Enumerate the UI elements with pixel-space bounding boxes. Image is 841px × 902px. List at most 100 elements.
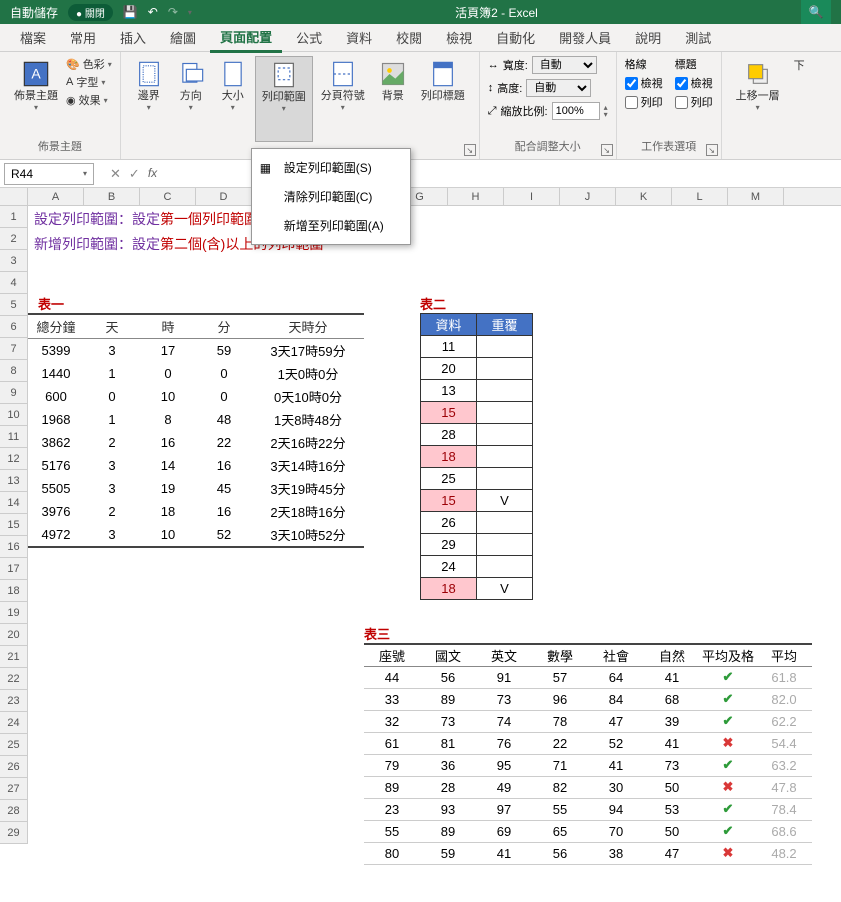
col-header-L[interactable]: L <box>672 188 728 205</box>
row-header-1[interactable]: 1 <box>0 206 28 228</box>
row-header-21[interactable]: 21 <box>0 646 28 668</box>
row-header-28[interactable]: 28 <box>0 800 28 822</box>
row-header-9[interactable]: 9 <box>0 382 28 404</box>
orientation-icon <box>177 60 205 88</box>
bring-forward-button[interactable]: 上移一層▾ <box>730 56 786 142</box>
row-header-29[interactable]: 29 <box>0 822 28 844</box>
margins-button[interactable]: 邊界▾ <box>129 56 169 142</box>
redo-icon[interactable]: ↷ <box>168 5 178 19</box>
col-header-C[interactable]: C <box>140 188 196 205</box>
table2-title: 表二 <box>420 294 533 313</box>
enter-formula-icon[interactable]: ✓ <box>129 166 140 182</box>
headings-view-checkbox[interactable]: 檢視 <box>675 75 713 91</box>
search-icon: 🔍 <box>809 5 824 19</box>
row-header-8[interactable]: 8 <box>0 360 28 382</box>
tab-資料[interactable]: 資料 <box>336 24 382 51</box>
row-header-4[interactable]: 4 <box>0 272 28 294</box>
row-header-23[interactable]: 23 <box>0 690 28 712</box>
tab-開發人員[interactable]: 開發人員 <box>549 24 621 51</box>
table1-title: 表一 <box>28 294 364 313</box>
row-header-7[interactable]: 7 <box>0 338 28 360</box>
worksheet[interactable]: 1234567891011121314151617181920212223242… <box>0 206 841 844</box>
sheet-options-launcher[interactable]: ↘ <box>706 144 718 156</box>
row-header-2[interactable]: 2 <box>0 228 28 250</box>
col-header-M[interactable]: M <box>728 188 784 205</box>
row-header-12[interactable]: 12 <box>0 448 28 470</box>
tab-檢視[interactable]: 檢視 <box>436 24 482 51</box>
table-one: 表一 總分鐘天時分天時分5399317593天17時59分14401001天0時… <box>28 294 364 548</box>
themes-icon: A <box>22 60 50 88</box>
autosave-toggle[interactable]: ● 關閉 <box>68 4 113 21</box>
row-header-27[interactable]: 27 <box>0 778 28 800</box>
row-header-3[interactable]: 3 <box>0 250 28 272</box>
row-header-18[interactable]: 18 <box>0 580 28 602</box>
tab-公式[interactable]: 公式 <box>286 24 332 51</box>
table3-title: 表三 <box>364 624 812 643</box>
col-header-H[interactable]: H <box>448 188 504 205</box>
row-header-24[interactable]: 24 <box>0 712 28 734</box>
row-header-14[interactable]: 14 <box>0 492 28 514</box>
menu-clear-print-area[interactable]: 清除列印範圍(C) <box>252 182 410 211</box>
row-header-20[interactable]: 20 <box>0 624 28 646</box>
row-header-10[interactable]: 10 <box>0 404 28 426</box>
width-select[interactable]: 自動 <box>532 56 597 74</box>
cancel-formula-icon[interactable]: ✕ <box>110 166 121 182</box>
effects-button[interactable]: ◉效果▾ <box>66 92 112 108</box>
row-header-22[interactable]: 22 <box>0 668 28 690</box>
undo-icon[interactable]: ↶ <box>148 5 158 19</box>
menu-add-print-area[interactable]: 新增至列印範圍(A) <box>252 211 410 240</box>
tab-插入[interactable]: 插入 <box>110 24 156 51</box>
tab-校閱[interactable]: 校閱 <box>386 24 432 51</box>
tab-自動化[interactable]: 自動化 <box>486 24 545 51</box>
headings-print-checkbox[interactable]: 列印 <box>675 94 713 110</box>
row-header-15[interactable]: 15 <box>0 514 28 536</box>
col-header-A[interactable]: A <box>28 188 84 205</box>
height-select[interactable]: 自動 <box>526 79 591 97</box>
row-header-11[interactable]: 11 <box>0 426 28 448</box>
col-header-K[interactable]: K <box>616 188 672 205</box>
row-header-26[interactable]: 26 <box>0 756 28 778</box>
row-header-16[interactable]: 16 <box>0 536 28 558</box>
name-box[interactable]: R44▾ <box>4 163 94 185</box>
colors-button[interactable]: 🎨色彩▾ <box>66 56 112 72</box>
menu-set-print-area[interactable]: ▦設定列印範圍(S) <box>252 153 410 182</box>
print-titles-button[interactable]: 列印標題 <box>415 56 471 142</box>
breaks-button[interactable]: 分頁符號▾ <box>315 56 371 142</box>
background-button[interactable]: 背景 <box>373 56 413 142</box>
page-setup-launcher[interactable]: ↘ <box>464 144 476 156</box>
col-header-D[interactable]: D <box>196 188 252 205</box>
row-header-5[interactable]: 5 <box>0 294 28 316</box>
size-button[interactable]: 大小▾ <box>213 56 253 142</box>
send-backward-button[interactable]: 下 <box>788 56 811 142</box>
breaks-icon <box>329 60 357 88</box>
orientation-button[interactable]: 方向▾ <box>171 56 211 142</box>
fx-icon[interactable]: fx <box>148 166 157 182</box>
scale-launcher[interactable]: ↘ <box>601 144 613 156</box>
tab-測試[interactable]: 測試 <box>675 24 721 51</box>
gridlines-print-checkbox[interactable]: 列印 <box>625 94 663 110</box>
col-header-B[interactable]: B <box>84 188 140 205</box>
col-header-J[interactable]: J <box>560 188 616 205</box>
print-area-button[interactable]: 列印範圍▾ <box>255 56 313 142</box>
search-button[interactable]: 🔍 <box>801 0 831 24</box>
scale-input[interactable] <box>552 102 600 120</box>
tab-常用[interactable]: 常用 <box>60 24 106 51</box>
tab-頁面配置[interactable]: 頁面配置 <box>210 23 282 53</box>
row-header-19[interactable]: 19 <box>0 602 28 624</box>
row-header-17[interactable]: 17 <box>0 558 28 580</box>
row-header-6[interactable]: 6 <box>0 316 28 338</box>
row-header-13[interactable]: 13 <box>0 470 28 492</box>
table-three: 表三 座號國文英文數學社會自然平均及格平均445691576441✔61.833… <box>364 624 812 865</box>
select-all-corner[interactable] <box>0 188 28 205</box>
tab-說明[interactable]: 說明 <box>625 24 671 51</box>
tab-繪圖[interactable]: 繪圖 <box>160 24 206 51</box>
fonts-button[interactable]: A字型▾ <box>66 74 112 90</box>
col-header-I[interactable]: I <box>504 188 560 205</box>
tab-檔案[interactable]: 檔案 <box>10 24 56 51</box>
themes-button[interactable]: A 佈景主題▾ <box>8 56 64 138</box>
margins-icon <box>135 60 163 88</box>
save-icon[interactable]: 💾 <box>123 5 138 19</box>
bring-forward-icon <box>744 60 772 88</box>
row-header-25[interactable]: 25 <box>0 734 28 756</box>
gridlines-view-checkbox[interactable]: 檢視 <box>625 75 663 91</box>
